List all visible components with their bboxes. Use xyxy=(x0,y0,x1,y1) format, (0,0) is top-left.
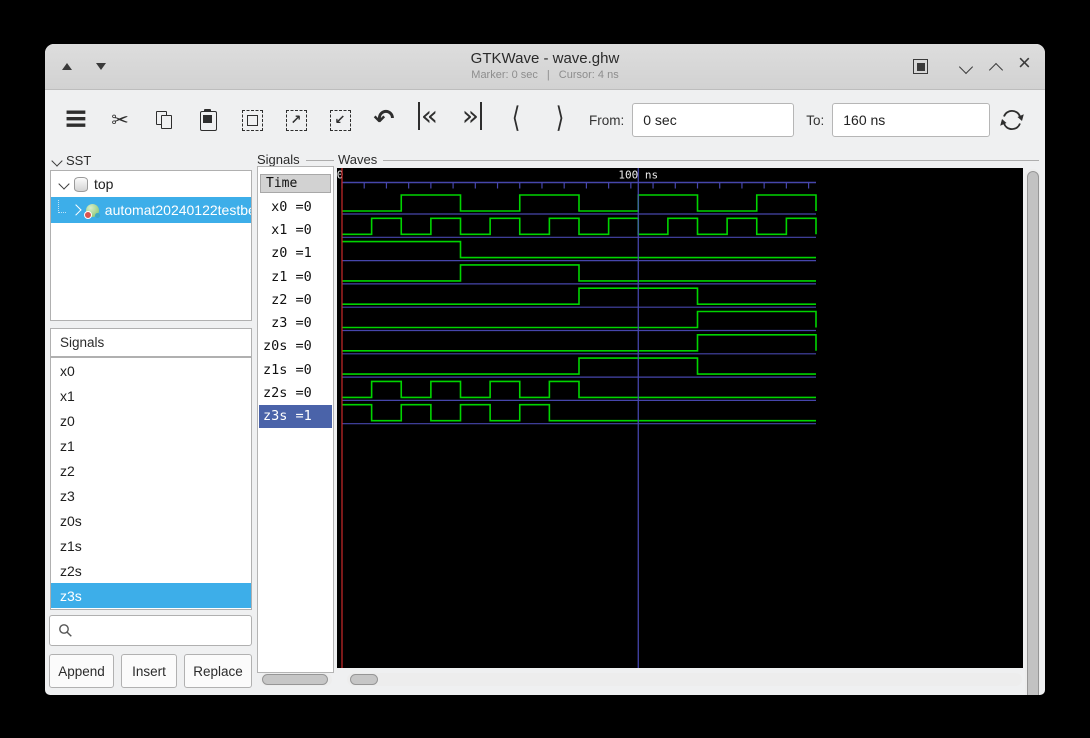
signal-list-item-x0[interactable]: x0 xyxy=(51,358,251,383)
titlebar[interactable]: GTKWave - wave.ghw Marker: 0 sec | Curso… xyxy=(45,44,1045,90)
value-row-z0[interactable]: z0 =1 xyxy=(259,242,332,265)
toolbar: ≡✂ ↗↙↶«»⟨⟩ From: To: xyxy=(45,90,1045,150)
values-frame-label: Signals xyxy=(257,151,334,167)
tree-connector-icon xyxy=(58,199,66,213)
skip-start-icon[interactable]: « xyxy=(411,97,445,143)
value-row-z3[interactable]: z3 =0 xyxy=(259,311,332,334)
close-icon[interactable]: × xyxy=(1018,52,1031,74)
zoom-in-icon[interactable]: ↗ xyxy=(279,97,313,143)
scope-icon xyxy=(74,176,88,192)
window-title: GTKWave - wave.ghw xyxy=(470,50,620,67)
waves-hscrollbar[interactable] xyxy=(347,673,1022,686)
shade-up-icon[interactable] xyxy=(62,63,72,70)
tree-item-label: automat20240122testbe xyxy=(104,202,251,218)
shade-down-icon[interactable] xyxy=(96,63,106,70)
zoom-out-icon[interactable]: ↙ xyxy=(323,97,357,143)
value-row-x1[interactable]: x1 =0 xyxy=(259,218,332,241)
signal-list: x0 x1 z0 z1 z2 z3 z0s z1s z2s z3s xyxy=(50,357,252,610)
chevron-down-icon xyxy=(51,154,63,167)
signal-list-item-z3[interactable]: z3 xyxy=(51,483,251,508)
status-separator: | xyxy=(546,69,550,81)
toolbar-icon-group: ≡ ✂ ↗ ↙ ↶ «» ⟨ ⟩ xyxy=(59,97,577,143)
signal-list-item-z0[interactable]: z0 xyxy=(51,408,251,433)
expander-icon[interactable] xyxy=(58,178,70,190)
titlebar-text: GTKWave - wave.ghw Marker: 0 sec | Curso… xyxy=(245,50,845,81)
values-frame-label-text: Signals xyxy=(257,151,300,167)
waveform-svg: 0 100 ns xyxy=(337,168,817,668)
values-panel: Time x0 =0 x1 =0 z0 =1 z1 =0 z2 =0 z3 =0… xyxy=(257,166,334,673)
signals-list-header-label: Signals xyxy=(60,335,105,350)
step-left-icon[interactable]: ⟨ xyxy=(499,97,533,143)
waves-frame-label-text: Waves xyxy=(338,151,378,167)
to-label: To: xyxy=(806,112,825,128)
expander-icon[interactable] xyxy=(70,204,82,216)
paste-icon[interactable] xyxy=(191,97,225,143)
cursor-status: Cursor: 4 ns xyxy=(558,69,619,81)
signals-list-header: Signals xyxy=(50,328,252,357)
marker-status: Marker: 0 sec xyxy=(471,69,538,81)
scrollbar-thumb[interactable] xyxy=(1026,171,1039,695)
signal-list-item-z3s[interactable]: z3s xyxy=(51,583,251,608)
scrollbar-thumb[interactable] xyxy=(350,674,378,685)
search-box[interactable] xyxy=(49,615,252,646)
sst-section-header[interactable]: SST xyxy=(51,153,92,168)
fullscreen-icon[interactable] xyxy=(913,59,928,74)
from-label: From: xyxy=(589,112,625,128)
signal-list-item-z0s[interactable]: z0s xyxy=(51,508,251,533)
desktop-background: GTKWave - wave.ghw Marker: 0 sec | Curso… xyxy=(0,0,1090,738)
value-rows: x0 =0 x1 =0 z0 =1 z1 =0 z2 =0 z3 =0 z0s =… xyxy=(259,195,332,428)
value-row-z1s[interactable]: z1s =0 xyxy=(259,358,332,381)
tree-item-label: top xyxy=(94,176,114,192)
value-row-z0s[interactable]: z0s =0 xyxy=(259,335,332,358)
cut-icon[interactable]: ✂ xyxy=(103,97,137,143)
undo-icon[interactable]: ↶ xyxy=(367,97,401,143)
status-line: Marker: 0 sec | Cursor: 4 ns xyxy=(245,69,845,81)
value-row-z2s[interactable]: z2s =0 xyxy=(259,381,332,404)
values-hscrollbar[interactable] xyxy=(260,673,332,686)
maximize-chevron-icon[interactable] xyxy=(988,62,1004,78)
from-input[interactable] xyxy=(632,103,795,137)
signal-list-item-z1s[interactable]: z1s xyxy=(51,533,251,558)
gtkwave-window: GTKWave - wave.ghw Marker: 0 sec | Curso… xyxy=(45,44,1045,695)
signal-list-item-z1[interactable]: z1 xyxy=(51,433,251,458)
append-button[interactable]: Append xyxy=(49,654,114,688)
value-row-z3s[interactable]: z3s =1 xyxy=(259,404,332,428)
wave-canvas[interactable]: 0 100 ns xyxy=(337,168,1023,668)
time-header[interactable]: Time xyxy=(260,174,331,193)
to-input[interactable] xyxy=(832,103,991,137)
search-input[interactable] xyxy=(79,622,251,639)
insert-button[interactable]: Insert xyxy=(121,654,177,688)
signal-list-item-z2[interactable]: z2 xyxy=(51,458,251,483)
menu-icon[interactable]: ≡ xyxy=(59,97,93,143)
minimize-chevron-icon[interactable] xyxy=(958,59,974,75)
value-row-x0[interactable]: x0 =0 xyxy=(259,195,332,218)
tree-item-top[interactable]: top xyxy=(51,171,251,197)
waves-frame-label: Waves xyxy=(338,151,1039,167)
replace-button[interactable]: Replace xyxy=(184,654,252,688)
skip-end-icon[interactable]: » xyxy=(455,97,489,143)
search-icon xyxy=(59,624,72,637)
sst-label: SST xyxy=(66,153,92,168)
waves-vscrollbar[interactable] xyxy=(1025,169,1040,695)
zoom-fit-icon[interactable] xyxy=(235,97,269,143)
value-row-z2[interactable]: z2 =0 xyxy=(259,288,332,311)
sst-tree: top automat20240122testbe xyxy=(50,170,252,321)
reload-icon[interactable] xyxy=(995,97,1029,143)
scrollbar-thumb[interactable] xyxy=(262,674,328,685)
value-row-z1[interactable]: z1 =0 xyxy=(259,265,332,288)
signal-list-item-x1[interactable]: x1 xyxy=(51,383,251,408)
tree-item-automat[interactable]: automat20240122testbe xyxy=(51,197,251,223)
copy-icon[interactable] xyxy=(147,97,181,143)
step-right-icon[interactable]: ⟩ xyxy=(543,97,577,143)
entity-icon xyxy=(83,203,100,219)
signal-list-item-z2s[interactable]: z2s xyxy=(51,558,251,583)
